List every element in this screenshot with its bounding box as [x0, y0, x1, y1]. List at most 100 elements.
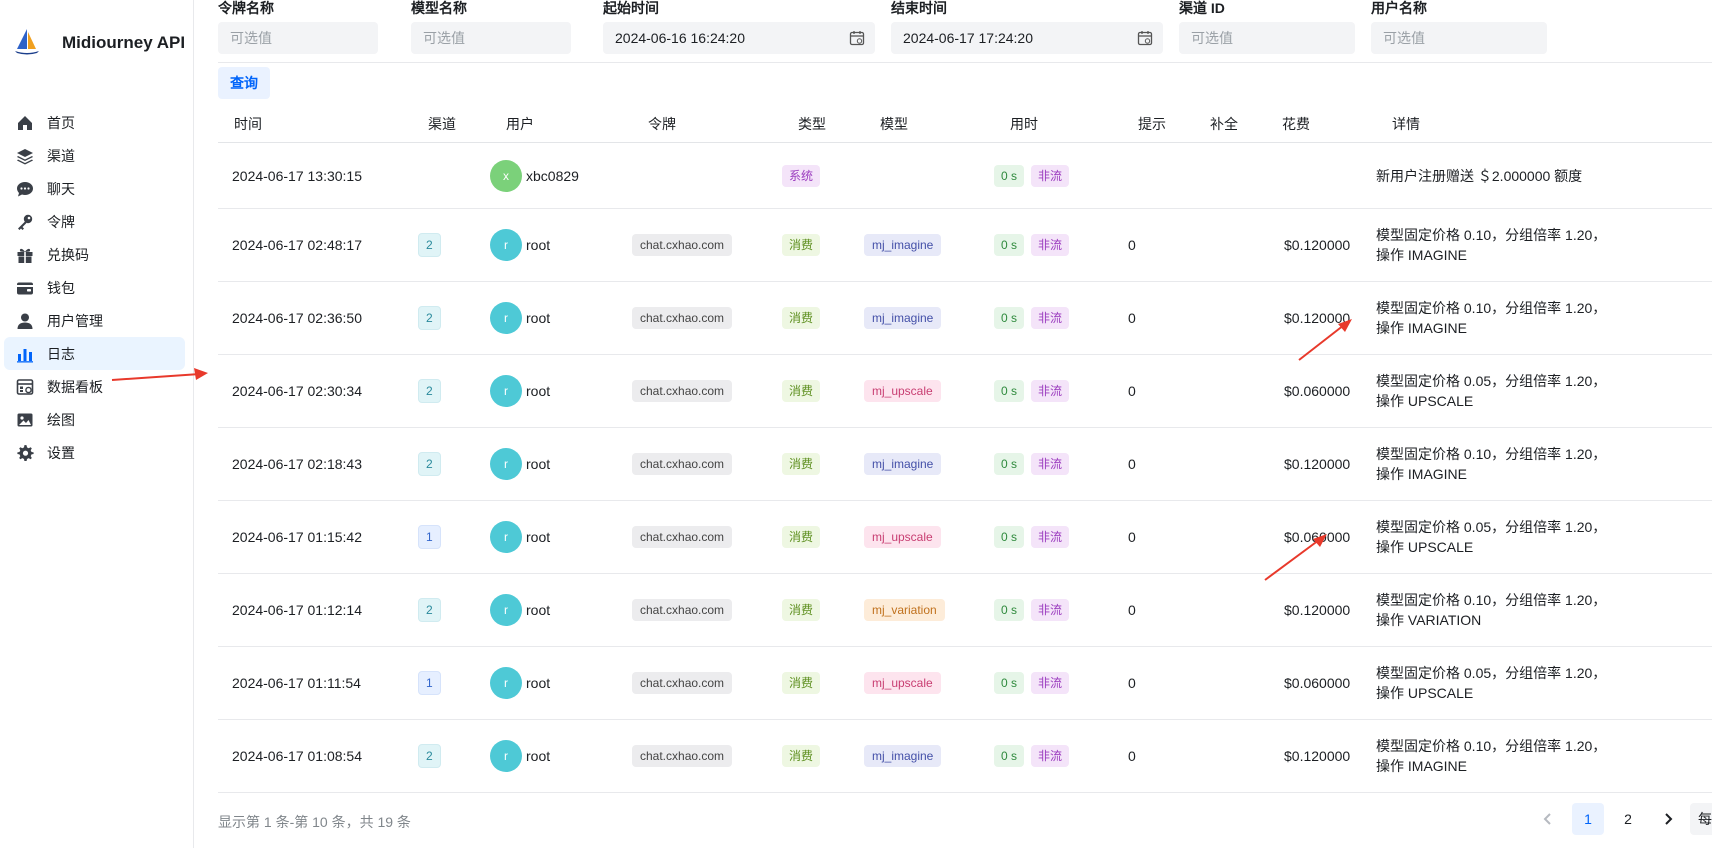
sidebar-item-chat[interactable]: 聊天	[4, 172, 185, 205]
model-name-input[interactable]: 可选值	[411, 22, 571, 54]
table-row[interactable]: 2024-06-17 01:12:14 2 r root chat.cxhao.com 消…	[218, 574, 1712, 647]
sidebar-item-token[interactable]: 令牌	[4, 205, 185, 238]
sidebar-item-dashboard[interactable]: 数据看板	[4, 370, 185, 403]
end-time-label: 结束时间	[891, 0, 947, 16]
token-name-badge[interactable]: chat.cxhao.com	[632, 307, 733, 329]
avatar[interactable]: r	[490, 594, 522, 626]
query-button[interactable]: 查询	[218, 67, 270, 99]
detail-text: 模型固定价格 0.10，分组倍率 1.20， 操作 IMAGINE	[1376, 444, 1616, 484]
type-tag: 消费	[782, 380, 821, 402]
token-name-badge[interactable]: chat.cxhao.com	[632, 453, 733, 475]
sidebar-item-users[interactable]: 用户管理	[4, 304, 185, 337]
sidebar-item-home[interactable]: 首页	[4, 106, 185, 139]
column-header-type: 类型	[798, 116, 826, 132]
token-name-badge[interactable]: chat.cxhao.com	[632, 234, 733, 256]
token-name-badge[interactable]: chat.cxhao.com	[632, 526, 733, 548]
calendar-icon[interactable]	[849, 30, 865, 46]
model-name-badge[interactable]: mj_upscale	[864, 672, 941, 694]
username-input[interactable]: 可选值	[1371, 22, 1547, 54]
model-tag: mj_upscale	[864, 380, 941, 402]
user-icon	[15, 311, 35, 331]
end-time-picker[interactable]: 2024-06-17 17:24:20	[891, 22, 1163, 54]
brand[interactable]: Midiourney API	[12, 26, 185, 59]
prompt-tokens: 0	[1128, 237, 1136, 253]
page-button-2[interactable]: 2	[1612, 803, 1644, 835]
table-row[interactable]: 2024-06-17 01:11:54 1 r root chat.cxhao.com 消…	[218, 647, 1712, 720]
token-name-badge[interactable]: chat.cxhao.com	[632, 599, 733, 621]
sidebar-item-channel[interactable]: 渠道	[4, 139, 185, 172]
sidebar-item-settings[interactable]: 设置	[4, 436, 185, 469]
token-name-badge[interactable]: chat.cxhao.com	[632, 745, 733, 767]
sidebar-item-log[interactable]: 日志	[4, 337, 185, 370]
start-time-picker[interactable]: 2024-06-16 16:24:20	[603, 22, 875, 54]
channel-id-badge[interactable]: 2	[418, 233, 441, 257]
model-tag: mj_upscale	[864, 672, 941, 694]
detail-line: 操作 UPSCALE	[1376, 539, 1474, 555]
token-name-input[interactable]: 可选值	[218, 22, 378, 54]
cost-value: $0.120000	[1284, 748, 1351, 764]
avatar[interactable]: r	[490, 740, 522, 772]
channel-id-badge[interactable]: 2	[418, 744, 441, 768]
log-time: 2024-06-17 01:12:14	[232, 602, 362, 618]
home-icon	[15, 113, 35, 133]
end-time-value: 2024-06-17 17:24:20	[903, 30, 1033, 46]
avatar[interactable]: r	[490, 521, 522, 553]
sidebar-item-redeem[interactable]: 兑换码	[4, 238, 185, 271]
model-name-badge[interactable]: mj_imagine	[864, 453, 942, 475]
duration-cell: 0 s 非流	[994, 380, 1070, 402]
detail-line: 模型固定价格 0.05，分组倍率 1.20，	[1376, 373, 1607, 389]
stream-badge: 非流	[1031, 307, 1070, 329]
main-content: 令牌名称 可选值 模型名称 可选值 起始时间 2024-06-16 16:24:…	[194, 0, 1712, 848]
channel-id-input[interactable]: 可选值	[1179, 22, 1355, 54]
model-name-badge[interactable]: mj_upscale	[864, 380, 941, 402]
token-name-badge[interactable]: chat.cxhao.com	[632, 380, 733, 402]
model-name-badge[interactable]: mj_imagine	[864, 234, 942, 256]
type-tag: 消费	[782, 745, 821, 767]
channel-id-badge[interactable]: 2	[418, 306, 441, 330]
page-button-1[interactable]: 1	[1572, 803, 1604, 835]
sidebar-item-label: 绘图	[47, 411, 75, 428]
avatar[interactable]: x	[490, 159, 522, 192]
avatar[interactable]: r	[490, 448, 522, 480]
table-row[interactable]: 2024-06-17 02:48:17 2 r root chat.cxhao.com 消…	[218, 209, 1712, 282]
avatar[interactable]: r	[490, 229, 522, 261]
stream-badge: 非流	[1031, 599, 1070, 621]
avatar[interactable]: r	[490, 667, 522, 699]
channel-id-badge[interactable]: 1	[418, 525, 441, 549]
calendar-icon[interactable]	[1137, 30, 1153, 46]
detail-text: 模型固定价格 0.10，分组倍率 1.20， 操作 IMAGINE	[1376, 225, 1616, 265]
table-row[interactable]: 2024-06-17 02:18:43 2 r root chat.cxhao.com 消…	[218, 428, 1712, 501]
model-name-badge[interactable]: mj_imagine	[864, 745, 942, 767]
channel-id-badge[interactable]: 2	[418, 452, 441, 476]
channel-id-badge[interactable]: 2	[418, 598, 441, 622]
model-tag: mj_imagine	[864, 745, 942, 767]
channel-id-badge[interactable]: 2	[418, 379, 441, 403]
duration-cell: 0 s 非流	[994, 672, 1070, 694]
token-name-badge[interactable]: chat.cxhao.com	[632, 672, 733, 694]
next-page-button[interactable]	[1652, 803, 1684, 835]
prev-page-button[interactable]	[1532, 803, 1564, 835]
channel-id-badge[interactable]: 1	[418, 671, 441, 695]
table-row[interactable]: 2024-06-17 01:15:42 1 r root chat.cxhao.com 消…	[218, 501, 1712, 574]
token-tag: chat.cxhao.com	[632, 307, 733, 329]
avatar[interactable]: r	[490, 375, 522, 407]
start-time-value: 2024-06-16 16:24:20	[615, 30, 745, 46]
sidebar-item-wallet[interactable]: 钱包	[4, 271, 185, 304]
pagination-summary: 显示第 1 条-第 10 条，共 19 条	[218, 814, 411, 830]
model-name-badge[interactable]: mj_imagine	[864, 307, 942, 329]
model-tag: mj_variation	[864, 599, 945, 621]
avatar[interactable]: r	[490, 302, 522, 334]
cost-value: $0.120000	[1284, 602, 1351, 618]
table-row[interactable]: 2024-06-17 13:30:15 x xbc0829 系统 0 s 非流 新用户注册赠…	[218, 143, 1712, 209]
model-name-badge[interactable]: mj_upscale	[864, 526, 941, 548]
model-name-badge[interactable]: mj_variation	[864, 599, 945, 621]
sidebar-item-drawing[interactable]: 绘图	[4, 403, 185, 436]
duration-cell: 0 s 非流	[994, 453, 1070, 475]
column-header-cost: 花费	[1282, 116, 1310, 132]
log-time: 2024-06-17 01:11:54	[232, 675, 361, 691]
table-row[interactable]: 2024-06-17 02:30:34 2 r root chat.cxhao.com 消…	[218, 355, 1712, 428]
table-row[interactable]: 2024-06-17 02:36:50 2 r root chat.cxhao.com 消…	[218, 282, 1712, 355]
page-size-select[interactable]: 每	[1690, 803, 1712, 835]
channel-tag: 2	[418, 233, 441, 257]
table-row[interactable]: 2024-06-17 01:08:54 2 r root chat.cxhao.com 消…	[218, 720, 1712, 793]
